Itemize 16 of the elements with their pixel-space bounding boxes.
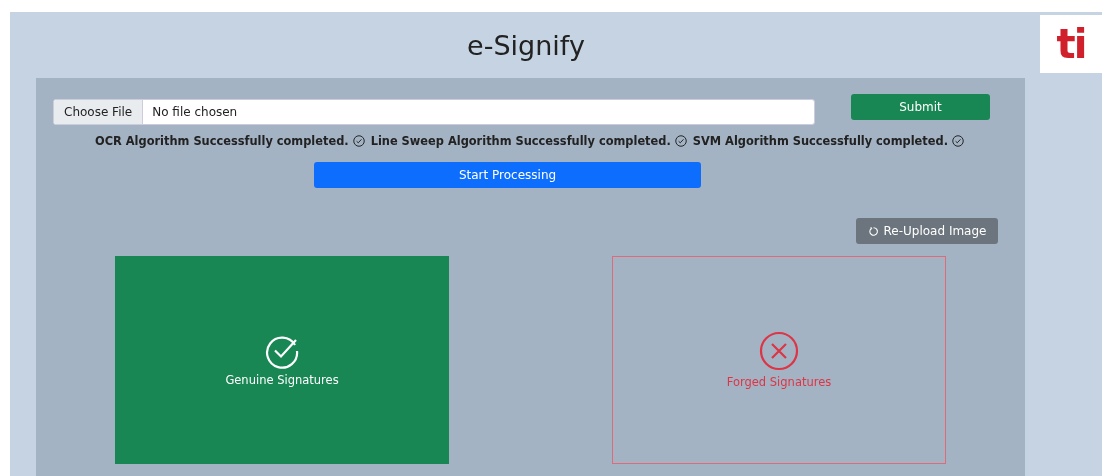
status-message: SVM Algorithm Successfully completed. xyxy=(692,134,948,148)
file-input[interactable]: Choose File No file chosen xyxy=(53,99,815,125)
status-message: OCR Algorithm Successfully completed. xyxy=(95,134,349,148)
x-circle-icon xyxy=(759,331,799,371)
logo-text: ti xyxy=(1056,24,1086,64)
file-name: No file chosen xyxy=(151,104,238,121)
re-upload-button[interactable]: Re-Upload Image xyxy=(856,218,998,244)
result-label: Forged Signatures xyxy=(726,375,832,389)
submit-button[interactable]: Submit xyxy=(851,94,990,120)
choose-file-button[interactable]: Choose File xyxy=(54,100,144,124)
app-title: e-Signify xyxy=(467,29,585,61)
result-card[interactable]: Genuine Signatures xyxy=(115,256,449,464)
start-processing-button[interactable]: Start Processing xyxy=(314,162,701,188)
status-message: Line Sweep Algorithm Successfully completed. xyxy=(370,134,671,148)
refresh-icon xyxy=(867,225,879,237)
result-label: Genuine Signatures xyxy=(225,373,339,387)
